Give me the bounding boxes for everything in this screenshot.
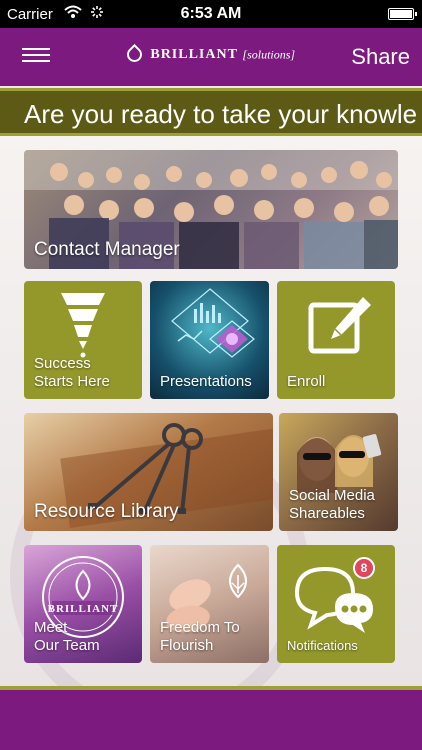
tile-label: Enroll: [287, 373, 326, 390]
tile-notifications[interactable]: 8 Notifications: [277, 545, 395, 663]
tile-label: Resource Library: [34, 501, 179, 522]
share-button[interactable]: Share: [351, 44, 410, 70]
battery-icon: [388, 8, 417, 20]
tile-label: Meet Our Team: [34, 619, 100, 655]
notification-badge: 8: [353, 557, 375, 579]
tile-success-starts-here[interactable]: Success Starts Here: [24, 281, 142, 399]
brand-name: BRILLIANT: [150, 46, 238, 62]
tile-grid: Contact Manager Success Starts Here Pres…: [0, 136, 422, 686]
team-logo-text: BRILLIANT: [47, 603, 119, 615]
tile-social-media-shareables[interactable]: Social Media Shareables: [279, 413, 398, 531]
tile-label-line1: Success: [34, 355, 91, 372]
tile-label: Social Media Shareables: [289, 487, 375, 523]
tile-label: Success Starts Here: [34, 355, 110, 391]
tile-label: Freedom To Flourish: [160, 619, 240, 655]
tile-label-line2: Starts Here: [34, 373, 110, 390]
funnel-icon: [61, 293, 105, 358]
drop-icon: [123, 44, 146, 66]
edit-icon: [308, 297, 371, 354]
status-bar: Carrier 6:53 AM: [0, 0, 422, 28]
tile-label-line1: Meet: [34, 619, 68, 636]
tile-label-line2: Flourish: [160, 637, 214, 654]
tile-contact-manager[interactable]: Contact Manager: [24, 150, 398, 269]
banner-text: Are you ready to take your knowle: [24, 99, 418, 129]
tile-label: Notifications: [287, 638, 358, 653]
tile-presentations[interactable]: Presentations: [150, 281, 269, 399]
tile-label-line1: Social Media: [289, 487, 375, 504]
tile-label: Contact Manager: [34, 239, 180, 260]
bottom-bar: [0, 686, 422, 750]
tile-label-line2: Our Team: [34, 637, 100, 654]
clock: 6:53 AM: [180, 5, 242, 22]
tile-enroll[interactable]: Enroll: [277, 281, 395, 399]
brand-subtitle: [solutions]: [242, 47, 296, 62]
tile-label-line1: Freedom To: [160, 619, 240, 636]
scrolling-banner: Are you ready to take your knowle: [0, 88, 422, 136]
tile-meet-our-team[interactable]: BRILLIANT Meet Our Team: [24, 545, 142, 663]
tile-resource-library[interactable]: Resource Library: [24, 413, 273, 531]
nav-bar: BRILLIANT [solutions] Share: [0, 28, 422, 86]
tile-label-line2: Shareables: [289, 505, 365, 522]
tile-label: Presentations: [160, 373, 252, 390]
tile-freedom-to-flourish[interactable]: Freedom To Flourish: [150, 545, 269, 663]
